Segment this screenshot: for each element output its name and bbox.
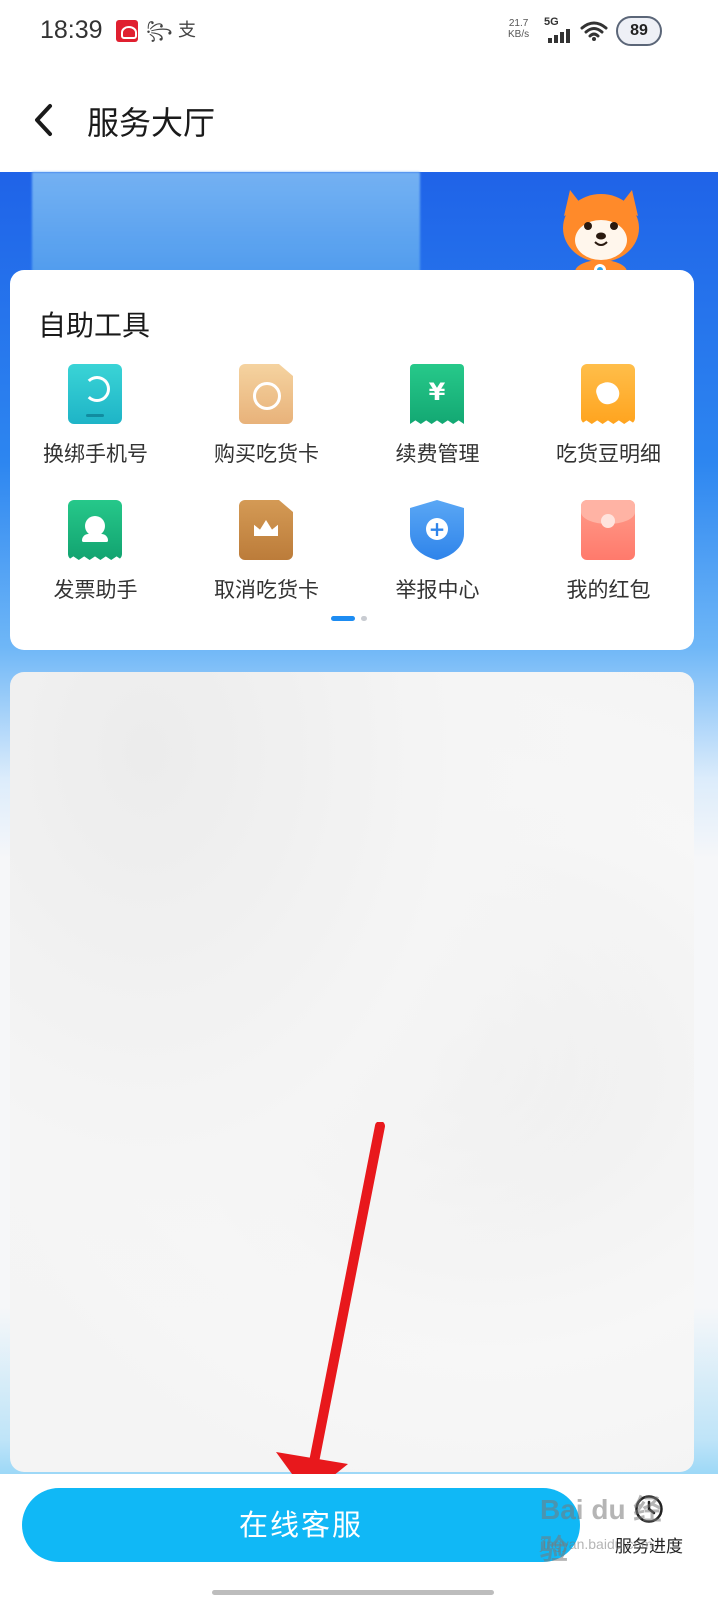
tool-label: 取消吃货卡 <box>214 578 319 602</box>
tool-label: 换绑手机号 <box>43 442 148 466</box>
bean-detail-icon <box>581 364 635 424</box>
watermark-main-text: Bai du 经验 <box>540 1494 662 1565</box>
network-speed-unit: KB/s <box>508 29 530 40</box>
tool-rebind-phone[interactable]: 换绑手机号 <box>10 364 181 494</box>
page-indicator-active <box>331 616 355 621</box>
network-type: 5G <box>544 16 559 28</box>
page-header: 服务大厅 <box>0 66 718 174</box>
network-speed-value: 21.7 <box>508 18 529 29</box>
bottom-action-bar: 在线客服 服务进度 Bai du 经验 jingyan.baidu.com <box>0 1474 718 1600</box>
tool-label: 续费管理 <box>395 442 480 466</box>
signal-icon <box>548 29 574 43</box>
tool-renewal[interactable]: ¥ 续费管理 <box>352 364 523 494</box>
status-bar: 18:39 ꧂ 支 21.7 KB/s 5G 89 <box>0 0 718 66</box>
buy-card-icon <box>239 364 293 424</box>
annotation-arrow-icon <box>276 1122 385 1496</box>
tool-label: 举报中心 <box>395 578 480 602</box>
watermark-sub-text: jingyan.baidu.com <box>540 1536 653 1552</box>
battery-indicator: 89 <box>616 16 662 46</box>
status-time: 18:39 <box>40 16 103 44</box>
bird-notification-icon: ꧂ <box>146 21 173 41</box>
invoice-icon <box>68 500 122 560</box>
network-speed: 21.7 KB/s <box>508 18 529 40</box>
tool-bean-detail[interactable]: 吃货豆明细 <box>523 364 694 494</box>
renewal-icon-glyph: ¥ <box>428 378 446 406</box>
tool-invoice[interactable]: 发票助手 <box>10 500 181 630</box>
tool-label: 发票助手 <box>53 578 138 602</box>
page-indicator-dot[interactable] <box>361 616 367 621</box>
self-service-tools-card: 自助工具 换绑手机号 购买吃货卡 ¥ 续费管理 吃货豆明细 发票助手 取消吃货卡… <box>10 270 694 650</box>
tools-section-title: 自助工具 <box>38 309 151 342</box>
tool-buy-card[interactable]: 购买吃货卡 <box>181 364 352 494</box>
renewal-icon: ¥ <box>410 364 464 424</box>
tool-cancel-card[interactable]: 取消吃货卡 <box>181 500 352 630</box>
tool-label: 吃货豆明细 <box>556 442 661 466</box>
wifi-icon <box>580 21 608 41</box>
tool-label: 购买吃货卡 <box>214 442 319 466</box>
cancel-card-icon <box>239 500 293 560</box>
chevron-left-icon[interactable] <box>30 102 60 138</box>
tool-red-packet[interactable]: 我的红包 <box>523 500 694 630</box>
report-shield-icon: + <box>410 500 464 560</box>
phone-rebind-icon <box>68 364 122 424</box>
battery-level: 89 <box>630 22 648 39</box>
online-service-button[interactable]: 在线客服 <box>22 1488 580 1562</box>
report-icon-glyph: + <box>428 517 446 541</box>
baidu-watermark: Bai du 经验 jingyan.baidu.com <box>540 1488 680 1578</box>
home-indicator[interactable] <box>212 1590 494 1595</box>
app-notification-icon <box>116 20 138 42</box>
alipay-notification-icon: 支 <box>178 20 196 41</box>
page-title: 服务大厅 <box>87 104 216 142</box>
tool-label: 我的红包 <box>566 578 651 602</box>
shiba-mascot-icon <box>563 190 639 280</box>
tool-report-center[interactable]: + 举报中心 <box>352 500 523 630</box>
red-packet-icon <box>581 500 635 560</box>
